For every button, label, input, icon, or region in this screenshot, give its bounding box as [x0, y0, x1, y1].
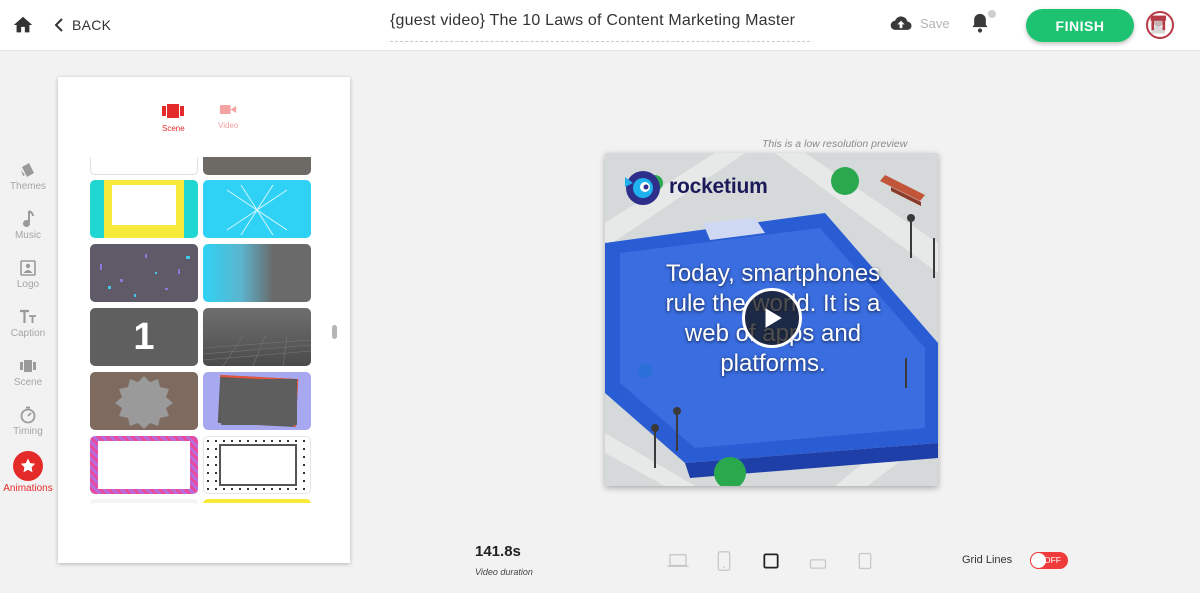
tool-label: Timing [13, 426, 43, 437]
scene-thumbnail[interactable] [90, 499, 198, 503]
video-title-field[interactable]: {guest video} The 10 Laws of Content Mar… [390, 12, 810, 42]
phone-icon [717, 551, 731, 571]
tool-logo[interactable]: Logo [0, 259, 56, 290]
video-title: {guest video} The 10 Laws of Content Mar… [390, 12, 796, 29]
wide-rectangle-icon [809, 559, 827, 569]
music-icon [23, 210, 34, 227]
caption-icon [20, 309, 36, 323]
tool-caption[interactable]: Caption [0, 308, 56, 339]
tool-animations[interactable]: Animations [0, 451, 56, 494]
tool-label: Animations [3, 483, 53, 494]
ratio-wide-button[interactable] [809, 556, 827, 574]
scene-thumbnail[interactable] [203, 436, 311, 494]
scene-thumbnail[interactable] [90, 436, 198, 494]
scene-thumbnail[interactable] [90, 157, 198, 175]
animations-badge [13, 451, 43, 481]
tab-video[interactable]: Video [218, 103, 238, 130]
toggle-state: OFF [1044, 555, 1061, 565]
panel-scrollbar[interactable] [332, 325, 337, 339]
logo-text: rocketium [669, 175, 768, 198]
square-icon [763, 553, 779, 569]
finish-button[interactable]: FINISH [1026, 9, 1134, 42]
cloud-upload-icon [890, 16, 912, 30]
video-duration-label: Video duration [475, 567, 533, 577]
video-camera-icon [220, 105, 237, 114]
play-button[interactable] [742, 288, 802, 348]
ratio-portrait-button[interactable] [717, 550, 731, 577]
star-icon [20, 458, 36, 473]
preview-note: This is a low resolution preview [762, 138, 908, 150]
scene-thumbnail[interactable] [90, 180, 198, 238]
ratio-square-button[interactable] [763, 553, 779, 574]
tool-music[interactable]: Music [0, 210, 56, 241]
tab-label: Scene [162, 124, 185, 133]
video-preview[interactable]: rocketium Today, smartphones rule the wo… [605, 153, 938, 486]
gridlines-toggle[interactable]: OFF [1030, 552, 1068, 569]
scene-panel: Scene Video 1 [58, 77, 350, 563]
save-label: Save [920, 16, 950, 31]
scene-thumbnail[interactable]: 1 [90, 308, 198, 366]
ratio-tall-button[interactable] [858, 552, 872, 575]
scene-thumbnail[interactable] [203, 308, 311, 366]
tool-label: Music [14, 230, 42, 241]
laptop-icon [667, 554, 689, 567]
tab-scene[interactable]: Scene [162, 103, 185, 133]
tab-label: Video [218, 121, 239, 130]
logo-icon [20, 260, 36, 276]
tool-timing[interactable]: Timing [0, 406, 56, 437]
scene-thumbnail[interactable] [203, 372, 311, 430]
scene-thumbnail[interactable] [203, 157, 311, 175]
tool-scene[interactable]: Scene [0, 357, 56, 388]
scene-thumbnail[interactable] [203, 180, 311, 238]
tall-rectangle-icon [858, 552, 872, 570]
notification-dot [988, 10, 996, 18]
tool-label: Caption [10, 328, 46, 339]
back-label: BACK [72, 17, 112, 33]
scene-thumbnail-list: 1 [58, 157, 350, 503]
scene-icon [20, 360, 36, 372]
back-button[interactable]: BACK [54, 17, 111, 33]
tool-themes[interactable]: Themes [0, 161, 56, 192]
scene-icon [162, 104, 185, 118]
ratio-landscape-button[interactable] [666, 553, 690, 574]
chevron-left-icon [54, 18, 63, 32]
tool-label: Themes [9, 181, 47, 192]
gridlines-label: Grid Lines [962, 554, 1013, 566]
scene-thumbnail[interactable] [90, 372, 198, 430]
thumbnail-number: 1 [133, 315, 155, 358]
themes-icon [21, 163, 34, 177]
scene-thumbnail[interactable] [203, 499, 311, 503]
scene-thumbnail[interactable] [203, 244, 311, 302]
home-icon[interactable] [12, 14, 34, 36]
scene-thumbnail[interactable] [90, 244, 198, 302]
top-bar: BACK {guest video} The 10 Laws of Conten… [0, 0, 1200, 51]
save-button[interactable]: Save [890, 15, 950, 32]
rocketium-logo-icon [625, 171, 660, 205]
video-duration: 141.8s [475, 543, 521, 560]
tool-label: Scene [13, 377, 43, 388]
avatar[interactable] [1146, 11, 1174, 39]
tool-label: Logo [16, 279, 40, 290]
timing-icon [20, 406, 36, 424]
play-icon [765, 308, 782, 328]
